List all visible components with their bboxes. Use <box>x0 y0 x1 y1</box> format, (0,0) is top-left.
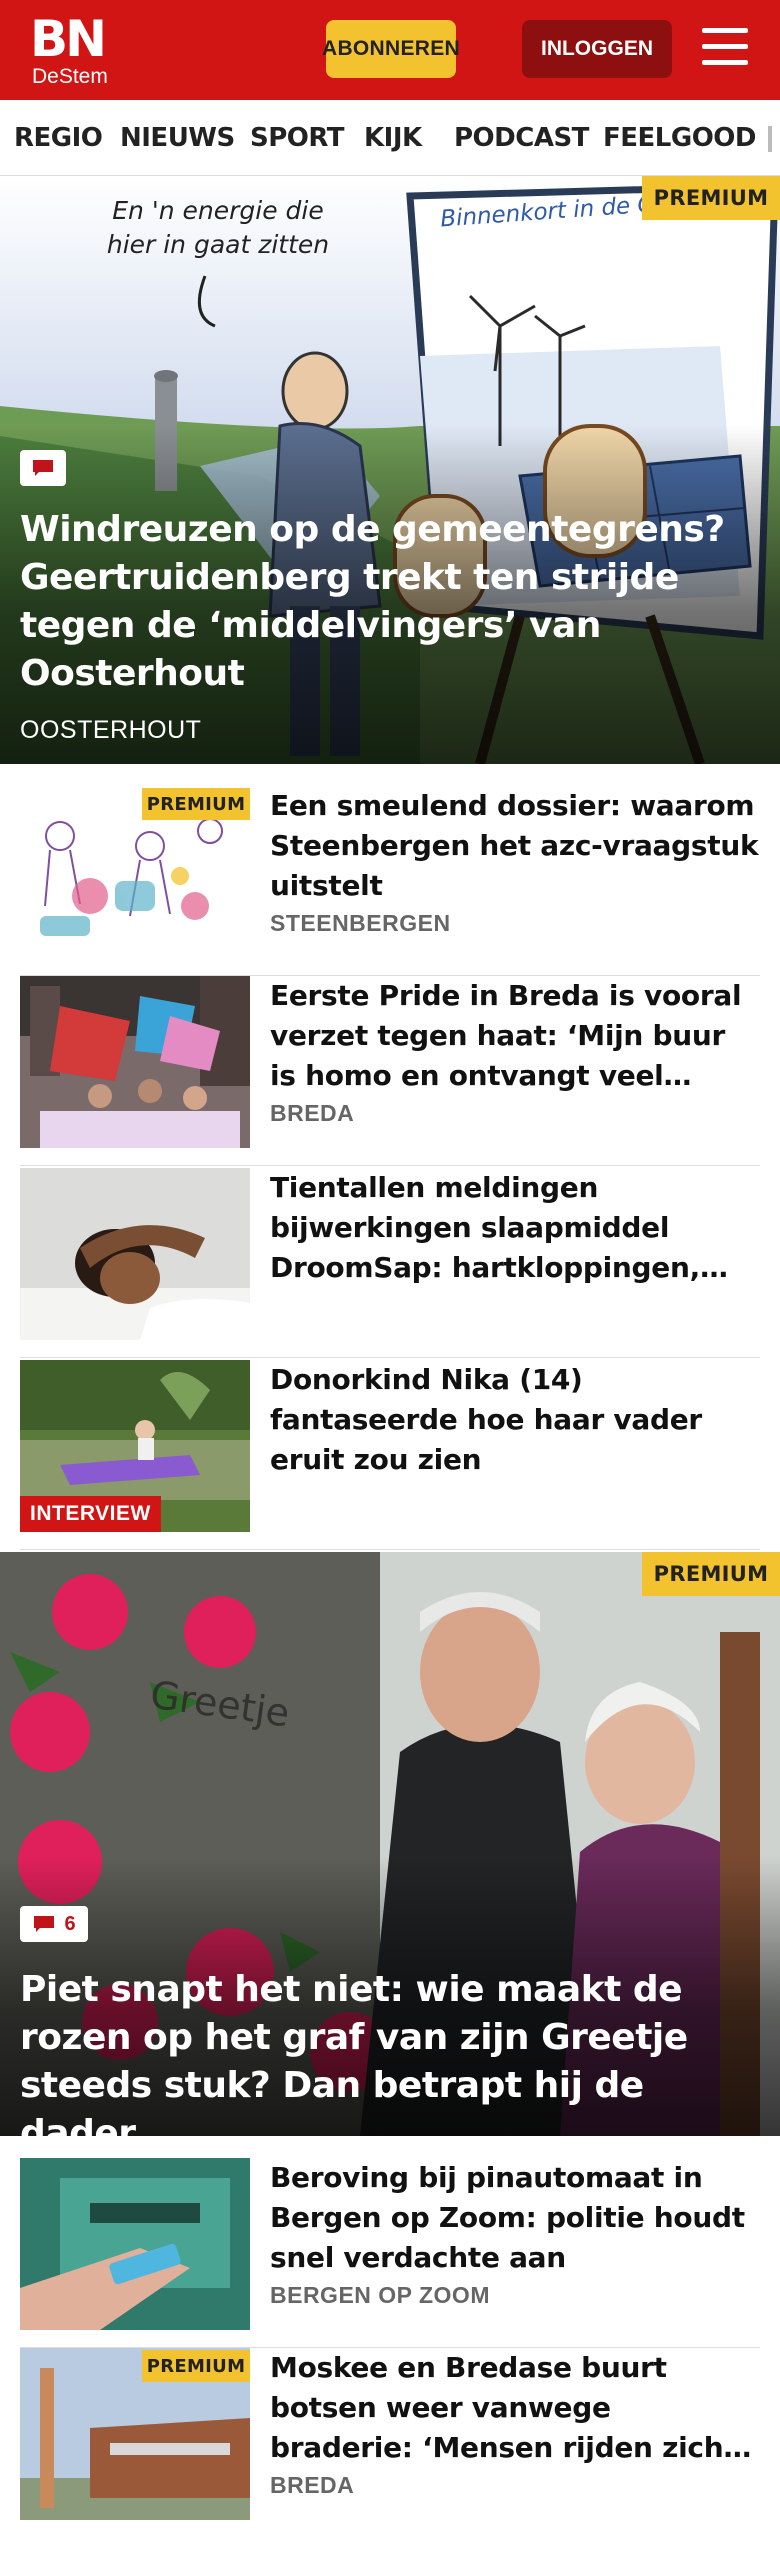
article-title[interactable]: Moskee en Bredase buurt botsen weer vanw… <box>270 2348 760 2468</box>
comment-icon <box>33 460 53 476</box>
article-category: BREDA <box>270 2472 355 2498</box>
hero-headline[interactable]: Windreuzen op de gemeentegrens? Geertrui… <box>20 506 750 698</box>
hero-category: OOSTERHOUT <box>20 716 202 744</box>
section-nav: REGIO NIEUWS SPORT KIJK PODCAST FEELGOOD <box>0 100 780 176</box>
list-item[interactable]: Eerste Pride in Breda is vooral verzet t… <box>20 976 760 1166</box>
article-title[interactable]: Beroving bij pinautomaat in Bergen op Zo… <box>270 2158 760 2278</box>
premium-badge: PREMIUM <box>142 788 250 820</box>
premium-badge: PREMIUM <box>642 1552 780 1596</box>
article-title[interactable]: Tientallen meldingen bijwerkingen slaapm… <box>270 1168 760 1288</box>
article-thumbnail <box>20 976 250 1148</box>
article-category: BREDA <box>270 1100 355 1126</box>
logo-sub-text: DeStem <box>32 65 108 88</box>
hero-article-windreuzen[interactable]: En 'n energie die hier in gaat zitten Bi… <box>0 176 780 764</box>
article-title[interactable]: Eerste Pride in Breda is vooral verzet t… <box>270 976 760 1096</box>
premium-badge: PREMIUM <box>642 176 780 220</box>
article-category: STEENBERGEN <box>270 910 451 936</box>
login-button[interactable]: INLOGGEN <box>522 20 672 78</box>
article-thumbnail: PREMIUM <box>20 786 250 958</box>
hamburger-menu-icon[interactable] <box>698 24 752 74</box>
list-item[interactable]: Beroving bij pinautomaat in Bergen op Zo… <box>20 2158 760 2348</box>
nav-item-podcast[interactable]: PODCAST <box>454 122 589 154</box>
list-item[interactable]: PREMIUM Moskee en Bredase buurt botsen w… <box>20 2348 760 2538</box>
hero-headline[interactable]: Piet snapt het niet: wie maakt de rozen … <box>20 1966 750 2136</box>
list-item[interactable]: PREMIUM Een smeulend dossier: waarom Ste… <box>20 786 760 976</box>
interview-badge: INTERVIEW <box>20 1496 161 1532</box>
article-thumbnail <box>20 2158 250 2330</box>
site-header: BN DeStem ABONNEREN INLOGGEN <box>0 0 780 100</box>
subscribe-button[interactable]: ABONNEREN <box>322 20 460 78</box>
logo-main-text: BN <box>30 10 107 68</box>
nav-item-nieuws[interactable]: NIEUWS <box>120 122 235 154</box>
comment-badge[interactable]: 6 <box>20 1906 88 1942</box>
comment-icon <box>34 1916 55 1932</box>
nav-item-kijk[interactable]: KIJK <box>364 122 422 154</box>
hero-article-greetje[interactable]: Greetje PREMIUM 6 Piet snapt het niet: w… <box>0 1552 780 2136</box>
article-thumbnail <box>20 1168 250 1340</box>
site-logo[interactable]: BN DeStem <box>30 12 110 88</box>
nav-item-feelgood[interactable]: FEELGOOD <box>603 122 756 154</box>
article-title[interactable]: Een smeulend dossier: waarom Steenbergen… <box>270 786 760 906</box>
article-category: BERGEN OP ZOOM <box>270 2282 490 2308</box>
cartoon-caption: En 'n energie die hier in gaat zitten <box>106 196 330 259</box>
comment-count: 6 <box>64 1912 76 1935</box>
premium-badge: PREMIUM <box>142 2350 250 2382</box>
nav-item-sport[interactable]: SPORT <box>250 122 344 154</box>
nav-overflow-hint <box>768 126 772 152</box>
article-thumbnail: PREMIUM <box>20 2348 250 2520</box>
nav-item-regio[interactable]: REGIO <box>14 122 103 154</box>
list-item[interactable]: Tientallen meldingen bijwerkingen slaapm… <box>20 1168 760 1358</box>
comment-badge[interactable] <box>20 450 66 486</box>
article-thumbnail: INTERVIEW <box>20 1360 250 1532</box>
article-title[interactable]: Donorkind Nika (14) fantaseerde hoe haar… <box>270 1360 760 1480</box>
list-item[interactable]: INTERVIEW Donorkind Nika (14) fantaseerd… <box>20 1360 760 1550</box>
